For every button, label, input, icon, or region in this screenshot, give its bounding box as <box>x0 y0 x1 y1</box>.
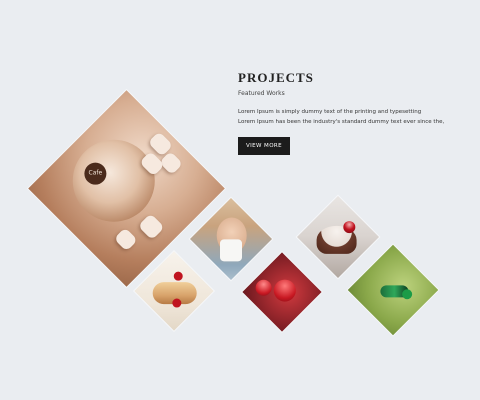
projects-section: PROJECTS Featured Works Lorem Ipsum is s… <box>238 70 473 155</box>
cafe-logo: Cafe <box>84 162 107 185</box>
description-line: Lorem Ipsum is simply dummy text of the … <box>238 109 422 115</box>
project-tile-heart[interactable] <box>240 250 324 334</box>
section-title: PROJECTS <box>238 70 314 85</box>
project-tile-coffee[interactable]: Cafe <box>26 88 227 289</box>
description-line: Lorem Ipsum has been the industry's stan… <box>238 119 445 125</box>
project-tile-dragonfly[interactable] <box>346 243 440 337</box>
section-description: Lorem Ipsum is simply dummy text of the … <box>238 107 473 127</box>
project-tile-cupcake[interactable] <box>295 194 381 280</box>
coffee-mug-image <box>72 139 155 222</box>
view-more-button[interactable]: VIEW MORE <box>238 137 291 155</box>
cup-image <box>220 239 242 262</box>
section-subtitle: Featured Works <box>238 90 285 97</box>
